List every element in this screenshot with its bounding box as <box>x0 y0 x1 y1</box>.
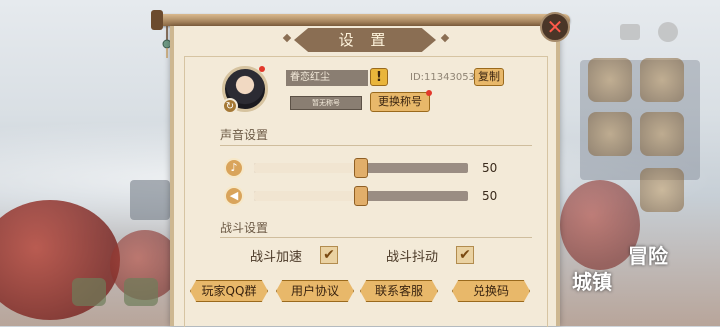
music-volume-handle[interactable] <box>354 158 368 178</box>
change-honor-button[interactable]: 更换称号 <box>370 92 430 112</box>
section-divider <box>220 237 532 238</box>
qq-group-button[interactable]: 玩家QQ群 <box>190 280 268 302</box>
effects-volume-value: 50 <box>482 189 498 203</box>
honor-display: 暂无称号 <box>290 96 362 110</box>
mail-icon[interactable] <box>620 24 640 40</box>
contact-support-button[interactable]: 联系客服 <box>360 280 438 302</box>
side-activity-button[interactable] <box>588 58 632 102</box>
battle-speedup-checkbox[interactable]: ✔ <box>320 246 338 264</box>
side-activity-button[interactable] <box>640 112 684 156</box>
title-ornament <box>440 33 450 43</box>
notification-dot <box>426 90 432 96</box>
title-plate: 设 置 <box>294 28 436 52</box>
music-volume-fill <box>254 163 361 173</box>
user-agreement-button[interactable]: 用户协议 <box>276 280 354 302</box>
refresh-avatar-icon[interactable]: ↻ <box>222 98 238 114</box>
scroll-rod <box>155 14 570 26</box>
bottom-menu-icon[interactable] <box>72 278 106 306</box>
player-id: ID:11343053 <box>410 72 475 83</box>
effects-volume-handle[interactable] <box>354 186 368 206</box>
copy-id-button[interactable]: 复制 <box>474 68 504 86</box>
redeem-code-button[interactable]: 兑换码 <box>452 280 530 302</box>
music-note-icon: ♪ <box>224 158 244 178</box>
battle-shake-checkbox[interactable]: ✔ <box>456 246 474 264</box>
notification-dot <box>259 66 265 72</box>
bottom-menu-icon[interactable] <box>124 278 158 306</box>
battle-shake-label: 战斗抖动 <box>386 250 439 265</box>
gear-icon[interactable] <box>658 22 678 42</box>
speaker-icon: ◀ <box>224 186 244 206</box>
edit-name-button[interactable]: ! <box>370 68 388 86</box>
battle-speedup-label: 战斗加速 <box>250 250 303 265</box>
dialog-title: 设 置 <box>338 31 392 49</box>
side-activity-button[interactable] <box>640 58 684 102</box>
background-building <box>130 180 170 220</box>
music-volume-value: 50 <box>482 161 498 175</box>
close-button[interactable]: ✕ <box>540 12 570 42</box>
player-name: 眷恋红尘 <box>286 70 368 86</box>
sound-section-title: 声音设置 <box>220 128 269 142</box>
adventure-button[interactable]: 冒险 <box>628 240 668 269</box>
side-activity-button[interactable] <box>640 168 684 212</box>
section-divider <box>220 145 532 146</box>
effects-volume-slider[interactable] <box>254 186 468 206</box>
title-ornament <box>282 33 292 43</box>
town-button[interactable]: 城镇 <box>572 266 612 295</box>
battle-section-title: 战斗设置 <box>220 221 269 235</box>
music-volume-slider[interactable] <box>254 158 468 178</box>
effects-volume-fill <box>254 191 361 201</box>
side-activity-button[interactable] <box>588 112 632 156</box>
